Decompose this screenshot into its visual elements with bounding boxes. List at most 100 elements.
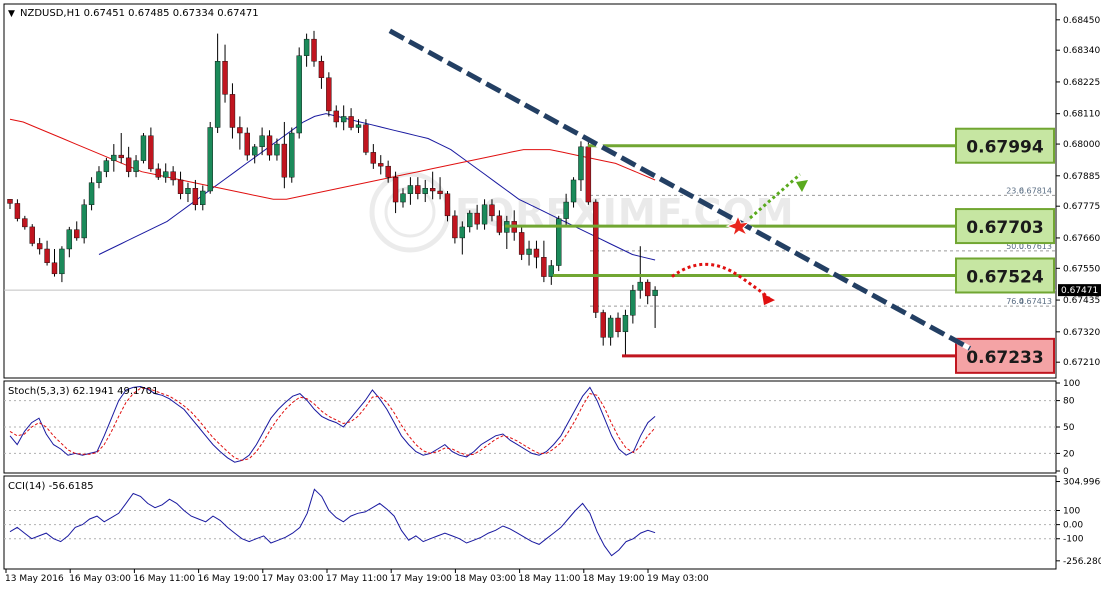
price-y-tick-label: 0.68000 <box>1063 140 1100 150</box>
x-axis-tick-label: 18 May 11:00 <box>519 574 581 584</box>
candle-body <box>333 110 339 123</box>
candle-body <box>481 204 488 225</box>
candle-body <box>289 132 295 178</box>
candle-body <box>348 116 354 128</box>
candle-body <box>392 176 399 203</box>
candle-body <box>518 232 525 255</box>
candle-body <box>200 190 206 206</box>
stoch-y-tick-label: 100 <box>1063 379 1080 389</box>
candle-body <box>340 116 347 123</box>
candle-body <box>177 179 184 194</box>
candle-body <box>274 143 280 156</box>
candle-body <box>437 190 443 194</box>
candle-body <box>303 38 310 56</box>
candle-body <box>496 215 503 233</box>
candle-body <box>585 146 592 203</box>
price-y-tick-label: 0.67885 <box>1063 172 1100 182</box>
candle-body <box>214 61 221 128</box>
x-axis-tick-label: 18 May 19:00 <box>583 574 645 584</box>
candle-body <box>185 188 191 194</box>
candle-body <box>318 61 325 78</box>
candle-body <box>570 179 577 203</box>
candle-body <box>29 226 35 244</box>
level-label: 0.67703 <box>966 218 1043 238</box>
candle-body <box>563 201 569 219</box>
price-y-tick-label: 0.67210 <box>1063 358 1100 368</box>
candle-body <box>103 160 110 172</box>
level-label: 0.67233 <box>966 348 1043 368</box>
candle-body <box>81 204 87 239</box>
candle-body <box>148 135 154 170</box>
candle-body <box>400 193 406 203</box>
candle-body <box>51 262 58 275</box>
x-axis-tick-label: 17 May 11:00 <box>326 574 388 584</box>
stoch-y-tick-label: 80 <box>1063 397 1075 407</box>
stoch-y-tick-label: 20 <box>1063 449 1075 459</box>
candle-body <box>88 182 95 206</box>
candle-body <box>407 185 414 194</box>
candle-body <box>133 160 139 172</box>
candle-body <box>140 135 147 161</box>
candle-body <box>637 281 643 291</box>
candle-body <box>429 188 436 192</box>
price-y-tick-label: 0.67775 <box>1063 202 1100 212</box>
candle-body <box>533 248 540 258</box>
candle-body <box>296 55 302 134</box>
level-label: 0.67524 <box>966 267 1044 287</box>
candle-body <box>370 152 377 164</box>
cci-panel <box>3 475 1057 570</box>
candle-body <box>36 243 43 250</box>
candle-body <box>385 165 391 178</box>
candle-body <box>170 171 176 181</box>
candle-body <box>44 248 50 263</box>
candle-body <box>652 289 658 296</box>
chart-root: FOREXIMF.COM 0.68450 0.68340 0.68225 0.6811… <box>0 0 1101 588</box>
candle-body <box>459 226 466 239</box>
price-y-tick-label: 0.68450 <box>1063 16 1100 26</box>
candle-body <box>422 188 428 194</box>
candle-body <box>163 171 169 178</box>
candle-body <box>207 127 213 192</box>
fibonacci-price-label: 0.67413 <box>1019 297 1052 306</box>
stoch-title: Stoch(5,3,3) 62.1941 49.1701 <box>8 386 159 397</box>
candle-body <box>600 312 606 338</box>
price-y-tick-label: 0.67550 <box>1063 264 1100 274</box>
cci-y-tick-label: -100 <box>1063 535 1084 545</box>
candle-body <box>607 317 614 338</box>
fibonacci-price-label: 0.67814 <box>1019 186 1052 195</box>
candle-body <box>244 132 250 156</box>
candle-body <box>259 135 265 148</box>
candle-body <box>467 212 473 228</box>
candle-body <box>66 229 73 250</box>
cci-y-tick-label: 100 <box>1063 506 1080 516</box>
candle-body <box>125 157 132 172</box>
cci-y-tick-label: 304.9966 <box>1063 478 1101 488</box>
candle-body <box>526 248 532 255</box>
candle-body <box>615 317 621 333</box>
candle-body <box>578 146 584 181</box>
candle-body <box>74 229 80 239</box>
candle-body <box>111 154 117 161</box>
level-label: 0.67994 <box>966 138 1044 158</box>
candle-body <box>541 257 547 277</box>
candle-body <box>251 146 258 156</box>
candle-body <box>155 168 162 178</box>
x-axis-tick-label: 16 May 11:00 <box>133 574 195 584</box>
chart-svg: FOREXIMF.COM 0.684500.683400.682250.6811… <box>0 0 1101 588</box>
candle-body <box>14 203 21 219</box>
candle-body <box>355 124 362 128</box>
stoch-y-tick-label: 50 <box>1063 423 1075 433</box>
candle-body <box>326 77 332 112</box>
candle-body <box>489 204 495 217</box>
candle-body <box>7 199 13 204</box>
current-price-label: 0.67471 <box>1061 286 1098 296</box>
stoch-y-tick-label: 0 <box>1063 467 1069 477</box>
cci-title: CCI(14) -56.6185 <box>8 481 94 492</box>
candle-body <box>229 94 236 128</box>
candle-body <box>22 218 28 228</box>
x-axis-tick-label: 18 May 03:00 <box>454 574 516 584</box>
x-axis-tick-label: 16 May 03:00 <box>69 574 131 584</box>
candle-body <box>266 135 273 156</box>
candle-body <box>622 315 629 333</box>
price-y-tick-label: 0.67320 <box>1063 328 1100 338</box>
